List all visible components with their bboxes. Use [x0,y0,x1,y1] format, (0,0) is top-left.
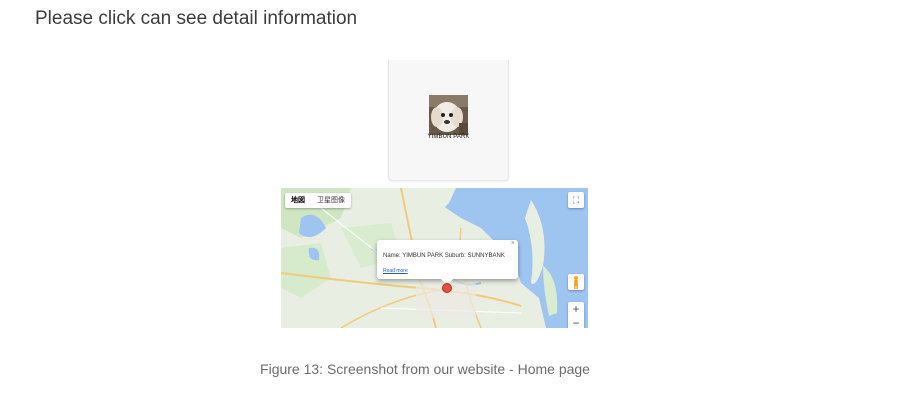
map-marker-icon[interactable] [442,283,452,293]
location-card[interactable]: YIMBUN PARK [388,60,509,181]
zoom-in-button[interactable]: + [568,302,584,316]
map-view[interactable]: 地図 卫星图像 ⛶ + − × Name: YIMBUN PARK Suburb… [281,188,588,328]
zoom-out-button[interactable]: − [568,316,584,328]
zoom-control[interactable]: + − [568,302,584,328]
pegman-icon[interactable] [568,274,584,290]
fullscreen-icon[interactable]: ⛶ [568,192,584,208]
card-label[interactable]: YIMBUN PARK [389,134,508,140]
figure-caption: Figure 13: Screenshot from our website -… [260,361,590,377]
info-popup: × Name: YIMBUN PARK Suburb: SUNNYBANK Re… [377,240,518,286]
map-type-control[interactable]: 地図 卫星图像 [285,193,351,208]
map-type-satellite[interactable]: 卫星图像 [311,193,351,208]
dog-photo-thumbnail[interactable] [429,95,468,135]
page-heading: Please click can see detail information [35,8,358,29]
read-more-link[interactable]: Read more [383,268,408,274]
map-type-roadmap[interactable]: 地図 [285,193,311,208]
close-icon[interactable]: × [511,240,515,247]
popup-text: Name: YIMBUN PARK Suburb: SUNNYBANK [383,253,505,259]
